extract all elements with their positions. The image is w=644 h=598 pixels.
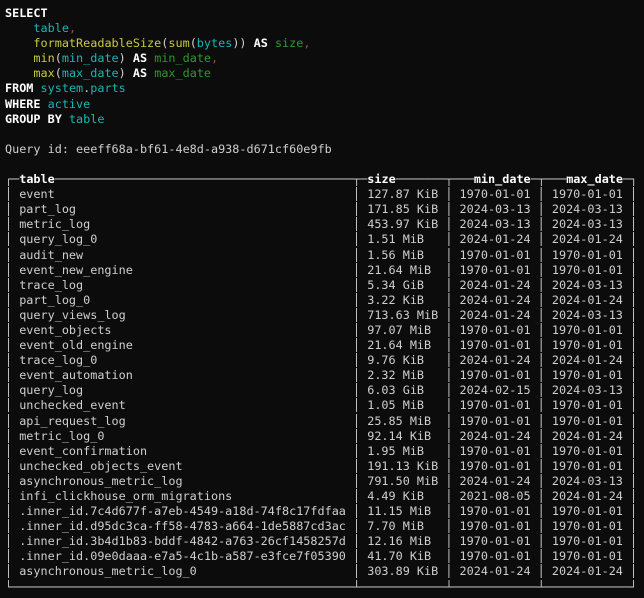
sql-line: WHERE active xyxy=(5,97,644,112)
table-row: │ event_objects │ 97.07 MiB │ 1970-01-01… xyxy=(5,323,644,338)
table-row: │ event │ 127.87 KiB │ 1970-01-01 │ 1970… xyxy=(5,187,644,202)
table-row: │ query_log │ 6.03 GiB │ 2024-02-15 │ 20… xyxy=(5,383,644,398)
table-row: │ .inner_id.d95dc3ca-ff58-4783-a664-1de5… xyxy=(5,519,644,534)
sql-token: ( xyxy=(55,66,62,80)
table-row: │ trace_log_0 │ 9.76 KiB │ 2024-01-24 │ … xyxy=(5,353,644,368)
sql-query: SELECT table, formatReadableSize(sum(byt… xyxy=(5,6,644,127)
sql-token: ) xyxy=(119,66,133,80)
sql-token-pu: , xyxy=(211,51,218,65)
query-id-label: Query id: xyxy=(5,142,69,156)
table-row: │ query_views_log │ 713.63 MiB │ 2024-01… xyxy=(5,308,644,323)
table-row: │ audit_new │ 1.56 MiB │ 1970-01-01 │ 19… xyxy=(5,248,644,263)
sql-token xyxy=(62,112,69,126)
sql-token-id: min_date xyxy=(62,51,119,65)
sql-token-id: max_date xyxy=(62,66,119,80)
table-row: │ .inner_id.3b4d1b83-bddf-4842-a763-26cf… xyxy=(5,534,644,549)
sql-line: SELECT xyxy=(5,6,644,21)
table-header-border: ┌─table─────────────────────────────────… xyxy=(5,172,644,187)
table-row: │ query_log_0 │ 1.51 MiB │ 2024-01-24 │ … xyxy=(5,232,644,247)
sql-token xyxy=(5,21,33,35)
border-glyph: ─────── xyxy=(396,172,446,186)
sql-token-pu: , xyxy=(69,21,76,35)
sql-token-id: bytes xyxy=(197,36,233,50)
sql-line: formatReadableSize(sum(bytes)) AS size, xyxy=(5,36,644,51)
table-row: │ .inner_id.7c4d677f-a7eb-4549-a18d-74f8… xyxy=(5,504,644,519)
sql-token-kw: GROUP BY xyxy=(5,112,62,126)
sql-token-pu: , xyxy=(303,36,310,50)
sql-token xyxy=(5,51,33,65)
sql-token-fn: min xyxy=(33,51,54,65)
sql-token xyxy=(5,36,33,50)
sql-token xyxy=(33,81,40,95)
table-row: │ event_old_engine │ 21.64 MiB │ 1970-01… xyxy=(5,338,644,353)
sql-token-id: system xyxy=(41,81,84,95)
query-id-line: Query id: eeeff68a-bf61-4e8d-a938-d671cf… xyxy=(5,142,644,157)
table-row: │ asynchronous_metric_log_0 │ 303.89 KiB… xyxy=(5,564,644,579)
terminal: SELECT table, formatReadableSize(sum(byt… xyxy=(0,0,644,598)
table-row: │ asynchronous_metric_log │ 791.50 MiB │… xyxy=(5,474,644,489)
sql-line: GROUP BY table xyxy=(5,112,644,127)
sql-token xyxy=(41,97,48,111)
table-row: │ infi_clickhouse_orm_migrations │ 4.49 … xyxy=(5,489,644,504)
table-bottom-border: └───────────────────────────────────────… xyxy=(5,580,644,595)
border-glyph: ─── xyxy=(453,172,474,186)
sql-token-kw: AS xyxy=(254,36,268,50)
result-table: ┌─table─────────────────────────────────… xyxy=(5,172,644,595)
sql-token-al: size xyxy=(275,36,303,50)
table-row: │ event_new_engine │ 21.64 MiB │ 1970-01… xyxy=(5,263,644,278)
border-glyph: ─ xyxy=(531,172,538,186)
table-row: │ unchecked_objects_event │ 191.13 KiB │… xyxy=(5,459,644,474)
border-glyph: ─── xyxy=(545,172,566,186)
table-row: │ metric_log │ 453.97 KiB │ 2024-03-13 │… xyxy=(5,217,644,232)
column-header: size xyxy=(367,172,395,186)
sql-token-fn: max xyxy=(33,66,54,80)
table-row: │ part_log_0 │ 3.22 KiB │ 2024-01-24 │ 2… xyxy=(5,293,644,308)
column-header: max_date xyxy=(566,172,623,186)
sql-token-al: min_date xyxy=(154,51,211,65)
table-row: │ .inner_id.09e0daaa-e7a5-4c1b-a587-e3fc… xyxy=(5,549,644,564)
sql-token xyxy=(268,36,275,50)
blank-line xyxy=(5,127,644,142)
sql-line: min(min_date) AS min_date, xyxy=(5,51,644,66)
sql-token-id: table xyxy=(69,112,105,126)
sql-token-kw: WHERE xyxy=(5,97,41,111)
sql-token: )) xyxy=(232,36,253,50)
sql-token xyxy=(5,66,33,80)
sql-token-id: table xyxy=(33,21,69,35)
table-row: │ api_request_log │ 25.85 MiB │ 1970-01-… xyxy=(5,414,644,429)
sql-token-al: max_date xyxy=(154,66,211,80)
table-row: │ metric_log_0 │ 92.14 KiB │ 2024-01-24 … xyxy=(5,429,644,444)
sql-token-kw: AS xyxy=(133,51,147,65)
border-glyph: ┬ xyxy=(538,172,545,186)
column-header: min_date xyxy=(474,172,531,186)
table-row: │ trace_log │ 5.34 GiB │ 2024-01-24 │ 20… xyxy=(5,278,644,293)
sql-token: ( xyxy=(55,51,62,65)
sql-token-fn: sum xyxy=(168,36,189,50)
border-glyph: ┬ xyxy=(445,172,452,186)
blank-line xyxy=(5,157,644,172)
table-row: │ event_automation │ 2.32 MiB │ 1970-01-… xyxy=(5,368,644,383)
table-row: │ part_log │ 171.85 KiB │ 2024-03-13 │ 2… xyxy=(5,202,644,217)
sql-token-fn: formatReadableSize xyxy=(33,36,161,50)
query-id-value: eeeff68a-bf61-4e8d-a938-d671cf60e9fb xyxy=(76,142,332,156)
sql-token-kw: FROM xyxy=(5,81,33,95)
sql-line: table, xyxy=(5,21,644,36)
column-header: table xyxy=(19,172,55,186)
table-row: │ event_confirmation │ 1.95 MiB │ 1970-0… xyxy=(5,444,644,459)
sql-token-id: active xyxy=(48,97,91,111)
sql-token: ( xyxy=(190,36,197,50)
sql-token-kw: SELECT xyxy=(5,6,48,20)
border-glyph: ┐ xyxy=(630,172,637,186)
sql-token-kw: AS xyxy=(133,66,147,80)
sql-line: FROM system.parts xyxy=(5,81,644,96)
border-glyph: ────────────────────────────────────────… xyxy=(55,172,353,186)
table-row: │ unchecked_event │ 1.05 MiB │ 1970-01-0… xyxy=(5,398,644,413)
sql-token-id: parts xyxy=(90,81,126,95)
sql-token: ) xyxy=(119,51,133,65)
sql-line: max(max_date) AS max_date xyxy=(5,66,644,81)
